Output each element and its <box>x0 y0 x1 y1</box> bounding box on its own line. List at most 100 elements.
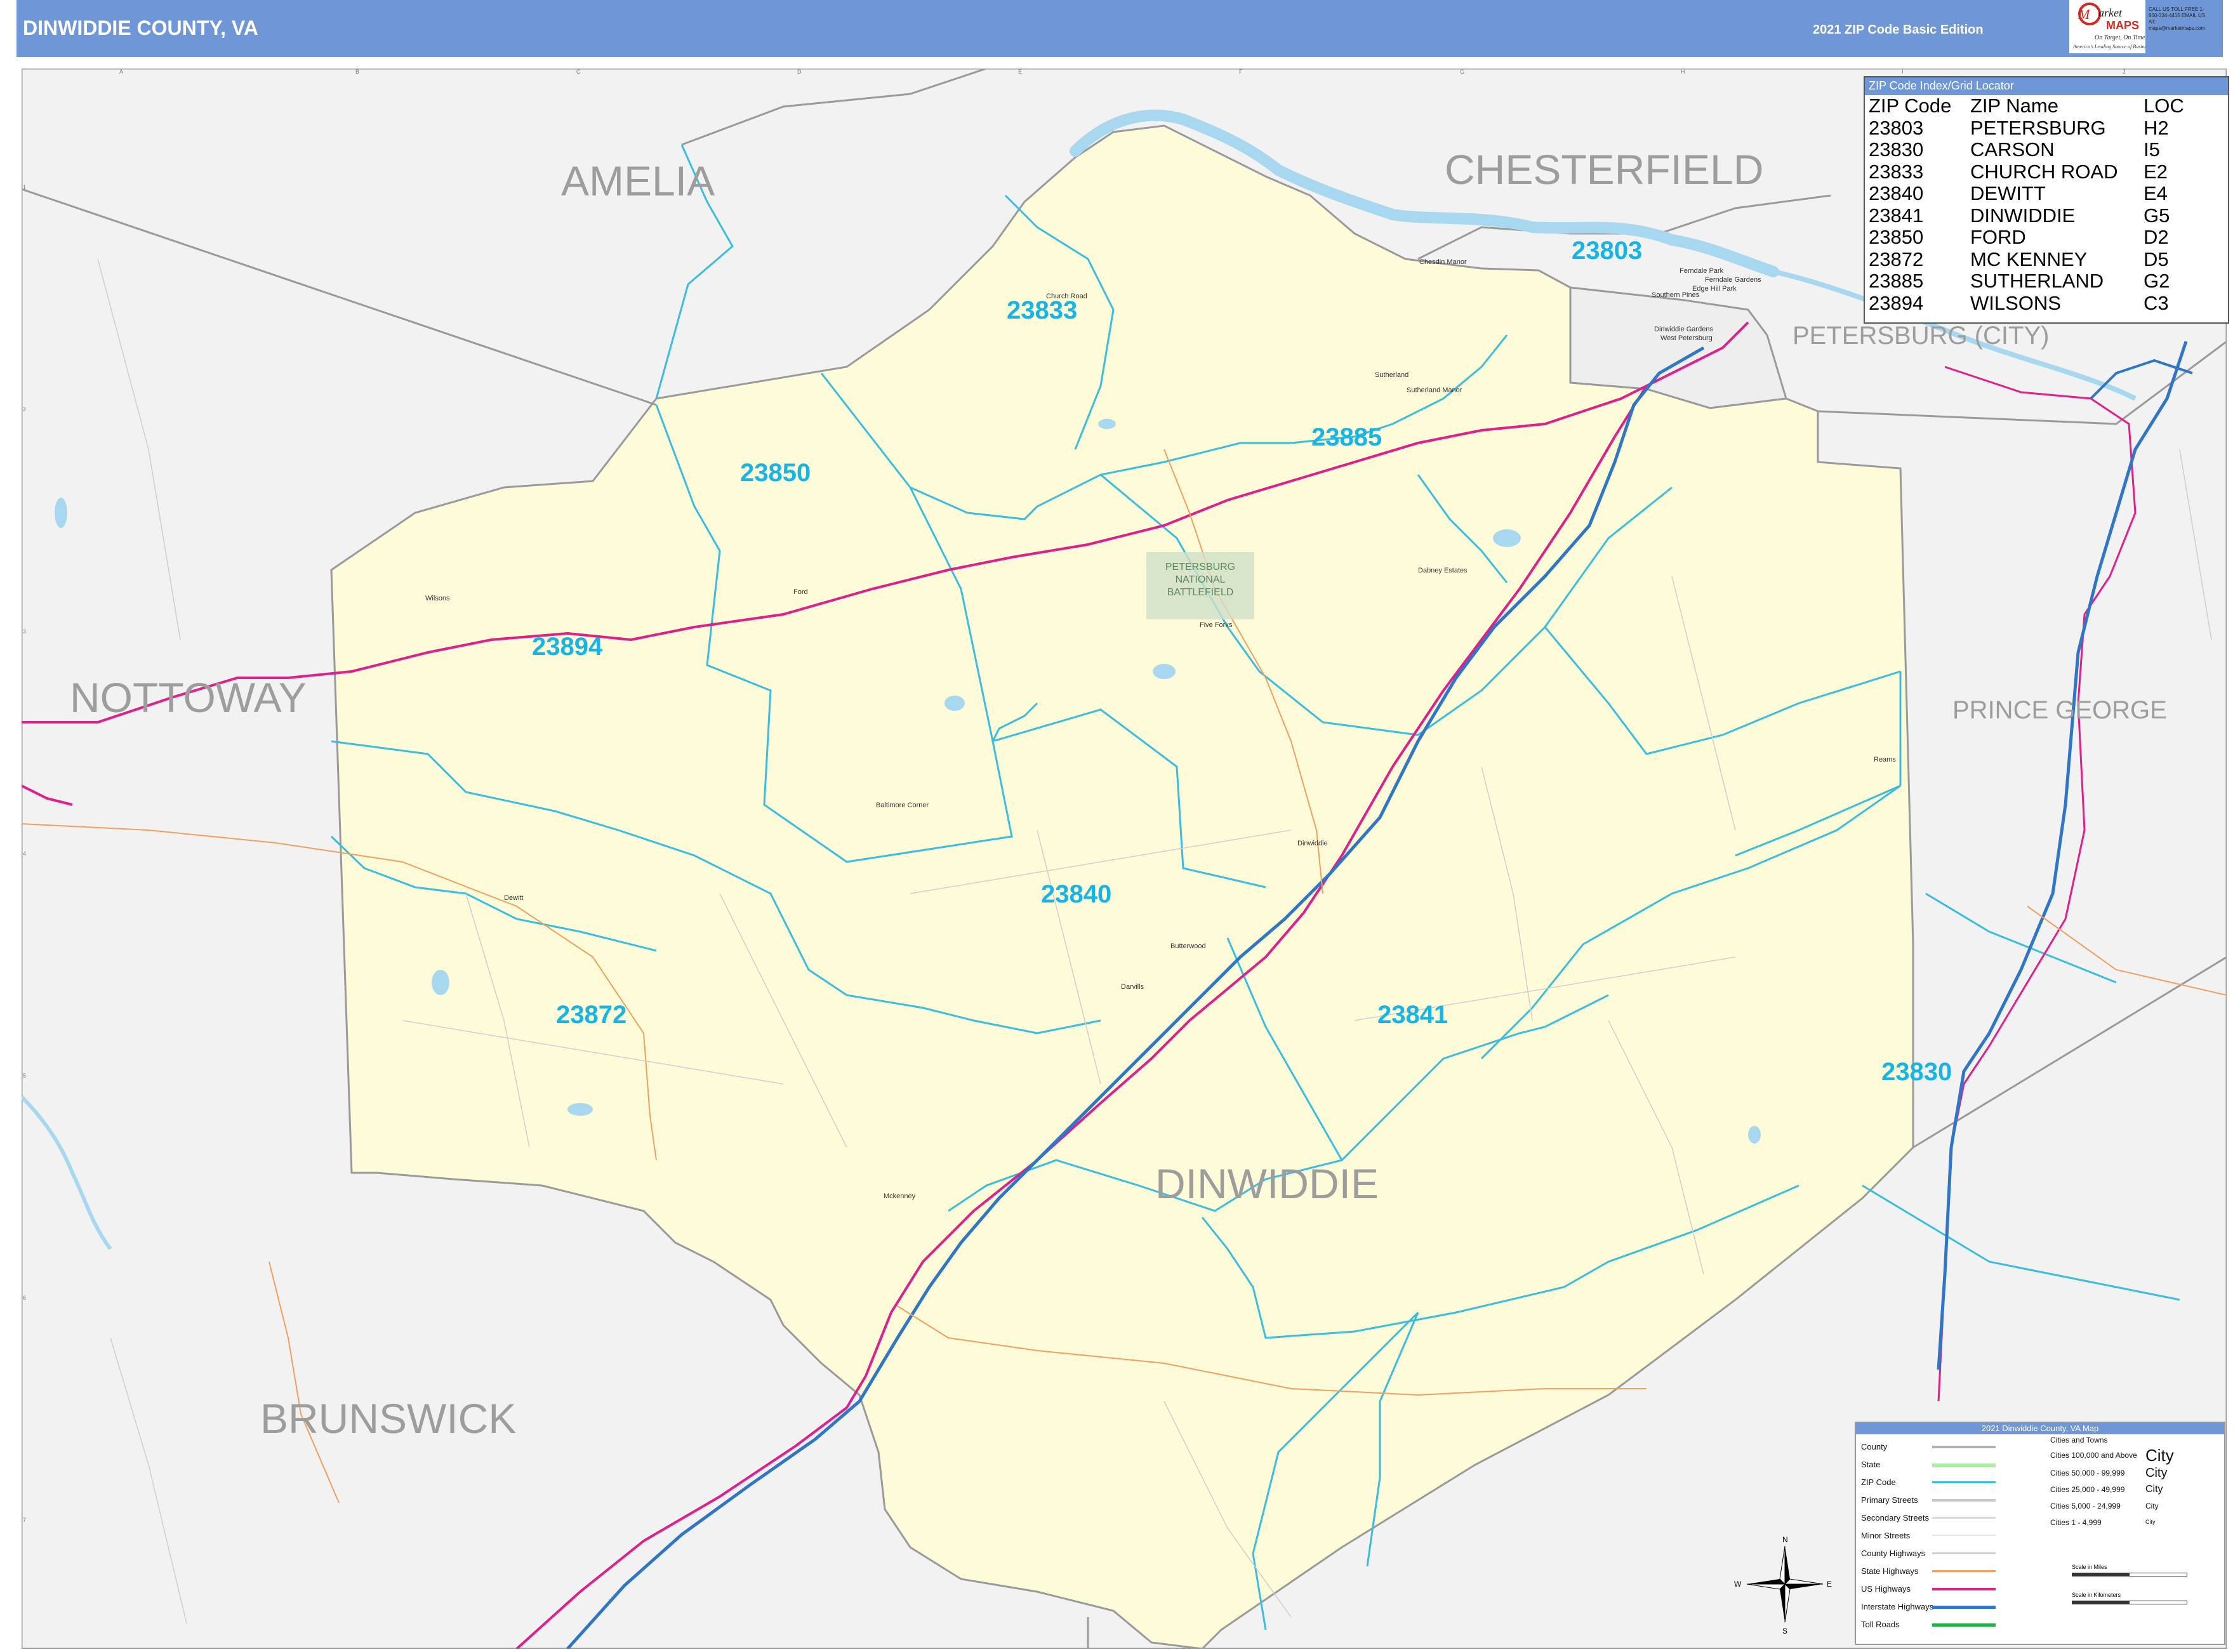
zip-index-row: 23830 CARSON I5 <box>1866 138 2187 161</box>
county-label-amelia: AMELIA <box>561 157 715 204</box>
legend-header: 2021 Dinwiddie County, VA Map <box>1856 1423 2224 1434</box>
compass-e: E <box>1827 1580 1832 1589</box>
grid-col-g: G <box>1460 69 1464 75</box>
zip-index-row: 23841 DINWIDDIE G5 <box>1866 204 2187 227</box>
zip-label-23872: 23872 <box>556 1001 626 1029</box>
zip-index-zip: 23833 <box>1869 160 1924 183</box>
zip-index-loc: C3 <box>2144 291 2169 314</box>
place-darvills: Darvills <box>1121 983 1144 991</box>
legend-secondary-line <box>1932 1517 1996 1519</box>
zip-label-23850: 23850 <box>740 459 811 487</box>
grid-row-2: 2 <box>23 406 26 413</box>
zip-label-23830: 23830 <box>1881 1058 1952 1086</box>
county-label-brunswick: BRUNSWICK <box>260 1395 516 1442</box>
battlefield-label-3: BATTLEFIELD <box>1167 587 1234 598</box>
zip-index-zip: 23872 <box>1869 248 1924 270</box>
grid-col-j: J <box>2123 69 2126 75</box>
zip-index-loc: I5 <box>2144 138 2160 161</box>
zip-index-name: CARSON <box>1970 138 2055 161</box>
compass-n: N <box>1782 1535 1788 1544</box>
compass-w: W <box>1734 1580 1742 1589</box>
legend-county-line <box>1932 1446 1996 1448</box>
legend-city-class: Cities 50,000 - 99,999 <box>2050 1469 2125 1477</box>
place-ferndale-gardens: Ferndale Gardens <box>1705 276 1761 284</box>
legend-cities-header: Cities and Towns <box>2050 1436 2108 1444</box>
legend-us-hwy-line <box>1932 1588 1996 1590</box>
zip-index-header: ZIP Code Index/Grid Locator <box>1865 77 2228 95</box>
county-label-nottoway: NOTTOWAY <box>70 674 307 721</box>
zip-index-loc: D2 <box>2144 226 2169 248</box>
place-mckenney: Mckenney <box>884 1193 916 1200</box>
legend-city-sample: City <box>2145 1484 2163 1495</box>
legend-primary: Primary Streets <box>1861 1495 1918 1505</box>
zip-index-name: CHURCH ROAD <box>1970 160 2118 183</box>
grid-col-b: B <box>355 69 359 75</box>
zip-index-zip: 23850 <box>1869 226 1924 248</box>
zip-index-name: MC KENNEY <box>1970 248 2088 270</box>
zip-index-row: 23850 FORD D2 <box>1866 226 2187 249</box>
compass-s: S <box>1782 1627 1787 1635</box>
legend-county: County <box>1861 1442 1888 1451</box>
grid-row-4: 4 <box>23 850 26 857</box>
zip-index-col-zip: ZIP Code <box>1869 95 1952 117</box>
zip-index-zip: 23841 <box>1869 204 1924 227</box>
legend-city-class: Cities 5,000 - 24,999 <box>2050 1502 2121 1510</box>
svg-text:arket: arket <box>2098 6 2123 19</box>
zip-index-row: 23833 CHURCH ROAD E2 <box>1866 161 2187 183</box>
legend-primary-line <box>1932 1499 1996 1502</box>
place-chesdin-manor: Chesdin Manor <box>1419 258 1467 266</box>
legend-scale-bar-miles <box>2072 1573 2187 1576</box>
legend-state-hwy: State Highways <box>1861 1566 1919 1576</box>
county-label-petersburg: PETERSBURG (CITY) <box>1793 322 2049 350</box>
zip-label-23833: 23833 <box>1007 296 1077 324</box>
legend-minor-line <box>1932 1535 1996 1536</box>
contact-info: CALL US TOLL FREE 1-800-334-4415 EMAIL U… <box>2149 6 2206 31</box>
svg-text:America's Leading Source of Bu: America's Leading Source of Business Map… <box>2072 44 2145 50</box>
svg-text:On Target, On Time: On Target, On Time <box>2095 34 2145 41</box>
zip-index-header-row: ZIP Code ZIP Name LOC <box>1866 95 2187 117</box>
legend-us-hwy: US Highways <box>1861 1584 1911 1594</box>
header-bar: DINWIDDIE COUNTY, VA 2021 ZIP Code Basic… <box>17 0 2223 57</box>
zip-index-col-name: ZIP Name <box>1970 95 2058 117</box>
grid-col-e: E <box>1018 69 1022 75</box>
grid-col-i: I <box>1902 69 1904 75</box>
legend-city-sample: City <box>2145 1502 2159 1510</box>
market-maps-logo: M arket MAPS On Target, On Time America'… <box>2069 0 2163 53</box>
grid-row-1: 1 <box>23 184 26 190</box>
place-reams: Reams <box>1874 756 1896 763</box>
zip-index-name: FORD <box>1970 226 2026 248</box>
place-sutherland-manor: Sutherland Manor <box>1407 387 1462 394</box>
place-wilsons: Wilsons <box>425 595 450 602</box>
grid-col-c: C <box>576 69 581 75</box>
zip-label-23840: 23840 <box>1041 880 1111 908</box>
place-five-forks: Five Forks <box>1200 621 1233 629</box>
legend-scale-bar-km <box>2072 1601 2187 1604</box>
zip-index-name: PETERSBURG <box>1970 116 2106 139</box>
legend-city-class: Cities 1 - 4,999 <box>2050 1518 2102 1527</box>
zip-label-23885: 23885 <box>1311 423 1382 451</box>
legend-secondary: Secondary Streets <box>1861 1513 1929 1523</box>
place-ford: Ford <box>793 588 808 596</box>
grid-row-5: 5 <box>23 1073 26 1079</box>
zip-index-loc: G2 <box>2144 270 2170 292</box>
legend-state-line <box>1932 1464 1996 1467</box>
zip-index-row: 23840 DEWITT E4 <box>1866 182 2187 205</box>
legend-city-sample: City <box>2145 1446 2174 1465</box>
zip-label-23894: 23894 <box>532 633 603 661</box>
legend-minor: Minor Streets <box>1861 1531 1911 1540</box>
place-dinwiddie-gardens: Dinwiddie Gardens <box>1654 326 1713 333</box>
zip-index-row: 23803 PETERSBURG H2 <box>1866 117 2187 140</box>
grid-col-a: A <box>119 69 123 75</box>
zip-index-zip: 23894 <box>1869 291 1924 314</box>
map-title: DINWIDDIE COUNTY, VA <box>23 17 258 39</box>
legend-city-class: Cities 100,000 and Above <box>2050 1451 2137 1460</box>
place-baltimore-corner: Baltimore Corner <box>876 802 929 809</box>
zip-index-loc: E4 <box>2144 182 2168 204</box>
zip-index-loc: H2 <box>2144 116 2169 139</box>
zip-index-row: 23872 MC KENNEY D5 <box>1866 248 2187 271</box>
svg-text:MAPS: MAPS <box>2106 19 2139 32</box>
edition-label: 2021 ZIP Code Basic Edition <box>1813 23 1984 37</box>
legend-county-hwy-line <box>1932 1552 1996 1554</box>
place-west-petersburg: West Petersburg <box>1660 334 1713 342</box>
zip-index-name: DINWIDDIE <box>1970 204 2076 227</box>
